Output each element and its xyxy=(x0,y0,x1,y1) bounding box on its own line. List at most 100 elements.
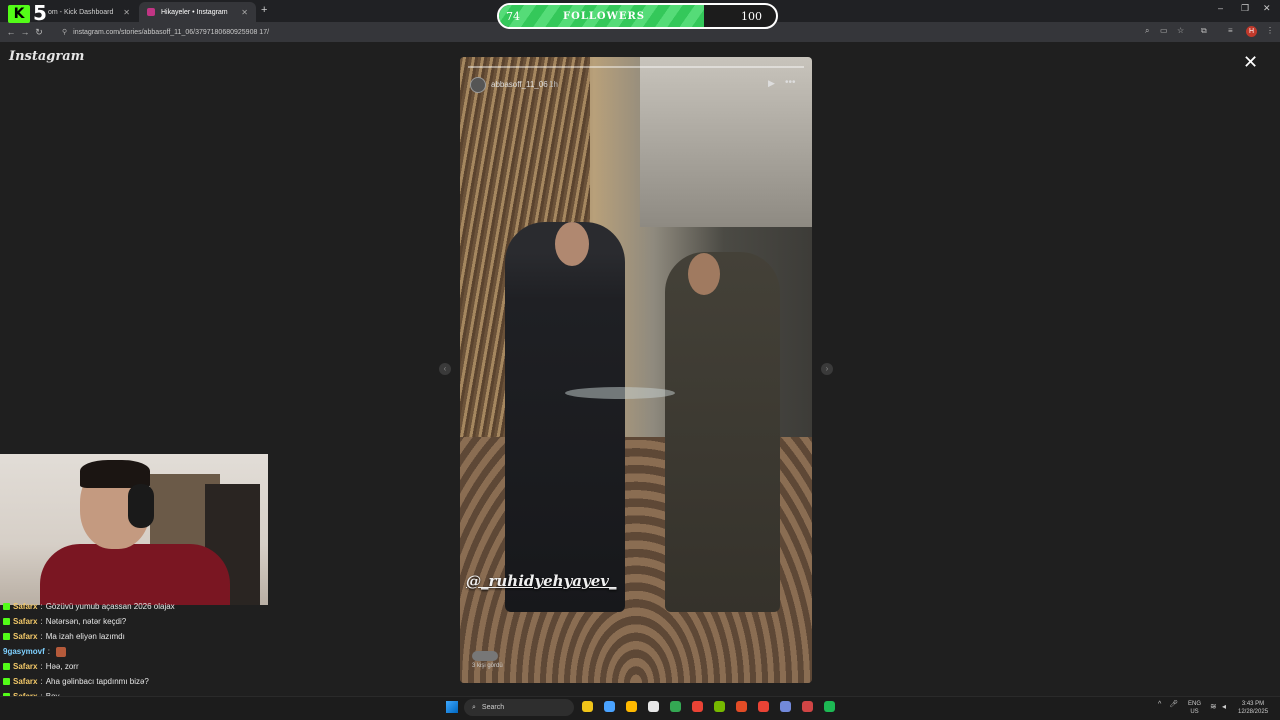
language-indicator[interactable]: ENG US xyxy=(1188,700,1201,716)
chat-text: Ma izah eliyən lazımdı xyxy=(45,632,125,641)
close-window-icon[interactable]: ✕ xyxy=(1263,3,1271,14)
url-field[interactable]: ⚲ instagram.com/stories/abbasoff_11_06/3… xyxy=(62,25,269,39)
subscriber-badge-icon xyxy=(3,618,10,625)
webcam-feed xyxy=(0,454,268,605)
system-tray: ^ 🎤︎ xyxy=(1158,700,1178,709)
story-viewer[interactable]: abbasoff_11_06 1h ▶ ••• @_ruhidyehyayev_… xyxy=(460,57,812,683)
close-story-icon[interactable]: ✕ xyxy=(1243,52,1258,73)
subscriber-badge-icon xyxy=(3,678,10,685)
volume-icon[interactable]: ◂ xyxy=(1222,702,1226,711)
kick-number: 5 xyxy=(33,1,47,25)
taskbar-search[interactable]: ⌕ Search xyxy=(464,699,574,716)
menu-icon[interactable]: ⋮ xyxy=(1266,26,1274,35)
chat-username: Safarx xyxy=(13,602,38,611)
clock-date: 12/28/2025 xyxy=(1238,709,1269,715)
chat-text: Gözüvü yumub açassan 2026 olajax xyxy=(45,602,175,611)
instagram-favicon-icon xyxy=(147,8,155,16)
restore-icon[interactable]: ❐ xyxy=(1241,3,1249,14)
taskbar-app-icon[interactable] xyxy=(604,701,615,712)
chat-username: Safarx xyxy=(13,632,38,641)
taskbar-app-icon[interactable] xyxy=(582,701,593,712)
seen-label: 3 kişi gördü xyxy=(472,663,503,669)
bookmark-star-icon[interactable]: ☆ xyxy=(1177,26,1184,35)
taskbar-app-icon[interactable] xyxy=(626,701,637,712)
windows-start-icon[interactable] xyxy=(446,701,458,713)
microphone-icon[interactable]: 🎤︎ xyxy=(1169,700,1178,708)
subscriber-badge-icon xyxy=(3,633,10,640)
chat-message: Safarx: Nətərsən, nətər keçdi? xyxy=(0,614,300,629)
chat-separator: : xyxy=(40,677,43,686)
back-icon[interactable]: ← xyxy=(4,27,18,37)
chat-username: 9gasymovf xyxy=(3,647,45,656)
chat-username: Safarx xyxy=(13,662,38,671)
chat-separator: : xyxy=(40,632,43,641)
chat-message: Safarx: Ma izah eliyən lazımdı xyxy=(0,629,300,644)
more-options-icon[interactable]: ••• xyxy=(785,77,796,88)
media-icon[interactable]: ≡ xyxy=(1228,26,1233,35)
viewers-avatars xyxy=(472,651,498,661)
chat-separator: : xyxy=(40,662,43,671)
clock-time: 3:43 PM xyxy=(1241,701,1265,707)
extensions-icon[interactable]: ⧉ xyxy=(1201,26,1207,36)
tab-label: Hikayeler • Instagram xyxy=(161,8,228,16)
headset-icon xyxy=(128,484,154,528)
taskbar-app-icon[interactable] xyxy=(802,701,813,712)
search-placeholder: Search xyxy=(481,704,505,711)
cast-icon[interactable]: ▭ xyxy=(1160,26,1168,35)
chat-message: Safarx: Həə, zorr xyxy=(0,659,300,674)
instagram-logo[interactable]: Instagram xyxy=(9,49,84,64)
followers-goal: 100 xyxy=(741,10,762,23)
search-icon: ⌕ xyxy=(472,703,476,711)
reload-icon[interactable]: ↻ xyxy=(32,27,46,38)
url-text: instagram.com/stories/abbasoff_11_06/379… xyxy=(73,28,270,36)
story-avatar[interactable] xyxy=(470,77,486,93)
zoom-icon[interactable]: ⌕ xyxy=(1145,26,1149,36)
tray-overflow-icon[interactable]: ^ xyxy=(1158,701,1161,708)
tab-instagram[interactable]: Hikayeler • Instagram ✕ xyxy=(139,2,256,22)
chat-username: Safarx xyxy=(13,677,38,686)
followers-goal-bar: 74 FOLLOWERS 100 xyxy=(497,3,778,29)
site-info-icon[interactable]: ⚲ xyxy=(62,28,67,36)
story-timestamp: 1h xyxy=(549,80,558,89)
taskbar-app-icon[interactable] xyxy=(692,701,703,712)
chat-message: Safarx: Gözüvü yumub açassan 2026 olajax xyxy=(0,599,300,614)
forward-icon[interactable]: → xyxy=(18,27,32,37)
story-photo-person-right xyxy=(665,252,780,612)
next-story-icon[interactable]: › xyxy=(821,363,833,375)
subscriber-badge-icon xyxy=(3,603,10,610)
story-photo-person-left xyxy=(505,222,625,612)
subscriber-badge-icon xyxy=(3,663,10,670)
story-username[interactable]: abbasoff_11_06 xyxy=(491,80,548,89)
chat-separator: : xyxy=(40,617,43,626)
taskbar-app-icon[interactable] xyxy=(714,701,725,712)
taskbar-app-icon[interactable] xyxy=(758,701,769,712)
profile-avatar[interactable]: H xyxy=(1246,26,1257,37)
story-photo-head-right xyxy=(688,253,720,295)
chat-emote-icon xyxy=(56,646,67,657)
story-mention-sticker[interactable]: @_ruhidyehyayev_ xyxy=(466,572,616,590)
kick-logo: K xyxy=(8,5,30,23)
webcam-streamer-shirt xyxy=(40,544,230,605)
minimize-icon[interactable]: – xyxy=(1218,3,1223,13)
lang-line1: ENG xyxy=(1188,701,1202,707)
taskbar-app-icon[interactable] xyxy=(824,701,835,712)
chat-separator: : xyxy=(47,647,51,656)
play-icon[interactable]: ▶ xyxy=(768,78,775,89)
new-tab-button[interactable]: + xyxy=(261,4,267,16)
previous-story-icon[interactable]: ‹ xyxy=(439,363,451,375)
chat-message: Safarx: Aha gəlinbacı tapdınmı bizə? xyxy=(0,674,300,689)
story-photo-table xyxy=(565,387,675,399)
chat-separator: : xyxy=(40,602,43,611)
chat-username: Safarx xyxy=(13,617,38,626)
taskbar-app-icon[interactable] xyxy=(736,701,747,712)
close-icon[interactable]: ✕ xyxy=(123,8,130,17)
close-icon[interactable]: ✕ xyxy=(241,8,248,17)
taskbar-app-icon[interactable] xyxy=(648,701,659,712)
taskbar-clock[interactable]: 3:43 PM 12/28/2025 xyxy=(1238,700,1268,716)
taskbar-app-icon[interactable] xyxy=(670,701,681,712)
wifi-icon[interactable]: ≋ xyxy=(1210,702,1217,711)
story-seen-by[interactable]: 3 kişi gördü xyxy=(472,651,503,669)
taskbar-app-icon[interactable] xyxy=(780,701,791,712)
chat-text: Nətərsən, nətər keçdi? xyxy=(45,617,127,626)
chat-message: 9gasymovf: xyxy=(0,644,300,659)
